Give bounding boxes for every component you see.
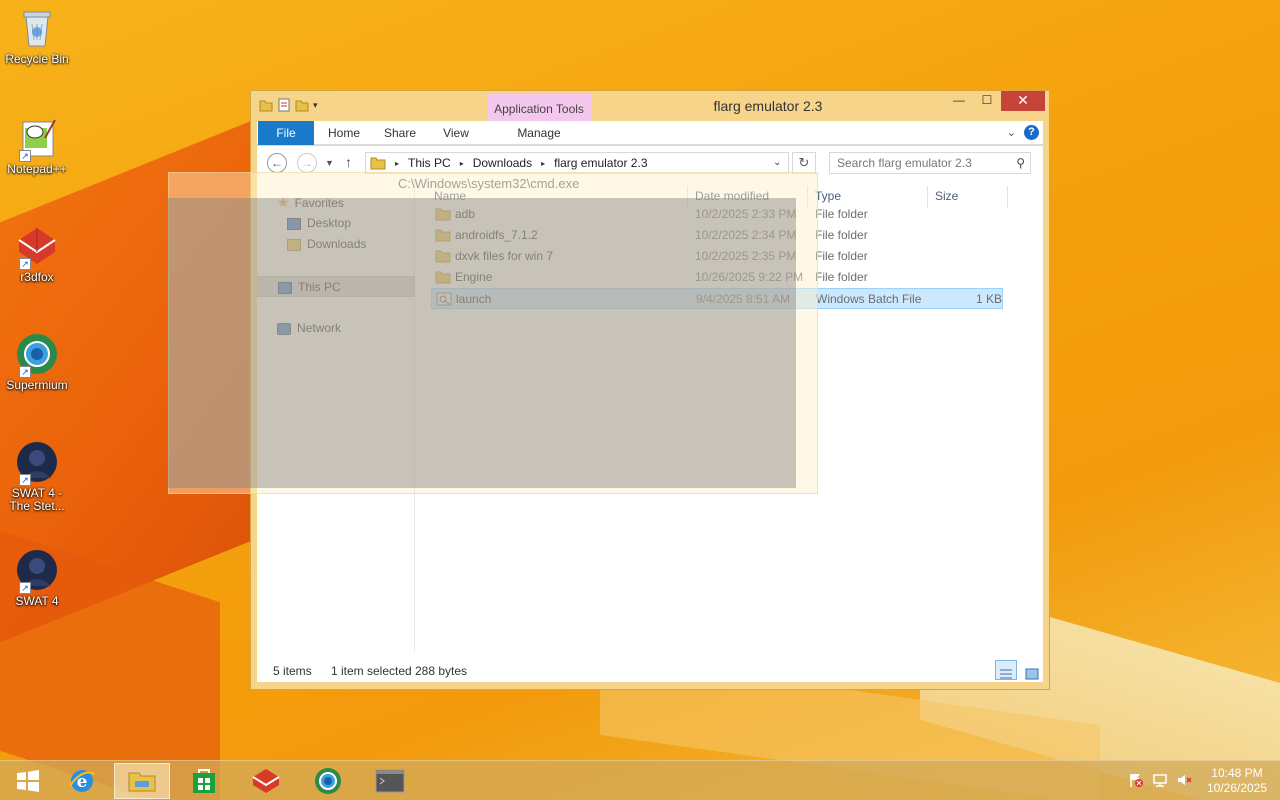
address-field[interactable]: ▸ This PC ▸ Downloads ▸ flarg emulator 2…	[365, 152, 789, 174]
help-icon[interactable]: ?	[1024, 125, 1039, 140]
file-explorer-icon	[128, 772, 156, 792]
shortcut-arrow-icon: ↗	[19, 150, 31, 162]
breadcrumb-chevron-icon[interactable]: ▸	[460, 159, 464, 168]
ghost-cmd-title: C:\Windows\system32\cmd.exe	[398, 176, 580, 191]
command-prompt-icon	[375, 769, 405, 793]
status-selected: 1 item selected	[331, 664, 412, 678]
back-button[interactable]: ←	[267, 153, 287, 173]
shortcut-arrow-icon: ↗	[19, 366, 31, 378]
swat4-icon: ↗	[15, 440, 59, 486]
forward-button[interactable]: →	[297, 153, 317, 173]
taskbar-r3dfox[interactable]	[238, 763, 294, 799]
ribbon-tabs: File Home Share View Manage ⌄ ?	[257, 121, 1043, 145]
desktop-icon-supermium[interactable]: ↗ Supermium	[4, 332, 70, 392]
desktop-icon-swat4-stetchkov[interactable]: ↗ SWAT 4 - The Stet...	[4, 440, 70, 513]
tab-manage[interactable]: Manage	[489, 121, 589, 145]
desktop-icon-swat4[interactable]: ↗ SWAT 4	[4, 548, 70, 608]
search-placeholder: Search flarg emulator 2.3	[837, 156, 972, 170]
taskbar-store[interactable]	[176, 763, 232, 799]
desktop-icon-label: Supermium	[6, 378, 68, 392]
system-tray	[1128, 772, 1192, 788]
tab-share[interactable]: Share	[375, 121, 425, 145]
taskbar-command-prompt[interactable]	[362, 763, 418, 799]
recent-locations-icon[interactable]: ▼	[325, 153, 334, 173]
shortcut-arrow-icon: ↗	[19, 258, 31, 270]
details-view-icon	[1000, 669, 1012, 679]
desktop-icon-label: SWAT 4	[15, 594, 59, 608]
breadcrumb-downloads[interactable]: Downloads	[473, 156, 532, 170]
file-size: 1 KB	[975, 292, 1002, 306]
file-type: File folder	[815, 207, 868, 221]
title-bar[interactable]: ▾ Application Tools flarg emulator 2.3 —…	[251, 91, 1049, 121]
recycle-bin-icon	[15, 6, 59, 50]
store-icon	[193, 769, 215, 793]
refresh-button[interactable]: ↻	[792, 152, 816, 174]
address-dropdown-icon[interactable]: ⌄	[773, 152, 781, 174]
desktop-icon-label: Recycle Bin	[5, 52, 69, 66]
taskbar-internet-explorer[interactable]: e	[54, 763, 110, 799]
desktop-icon-label: SWAT 4 - The Stet...	[9, 486, 65, 513]
clock-time: 10:48 PM	[1211, 766, 1263, 780]
search-input[interactable]: Search flarg emulator 2.3 ⚲	[829, 152, 1031, 174]
search-icon: ⚲	[1016, 156, 1025, 170]
taskbar-supermium[interactable]	[300, 763, 356, 799]
windows-logo-icon	[17, 770, 39, 792]
tab-view[interactable]: View	[429, 121, 483, 145]
tab-file[interactable]: File	[258, 121, 314, 145]
taskbar: e 10:48 PM 10/26/2025	[0, 760, 1280, 800]
status-bytes: 288 bytes	[415, 664, 468, 678]
desktop-icon-label: Notepad++	[7, 162, 67, 176]
internet-explorer-icon: e	[69, 770, 96, 792]
desktop-icon-recycle-bin[interactable]: Recycle Bin	[4, 6, 70, 66]
desktop-icon-notepadpp[interactable]: ↗ Notepad++	[4, 116, 70, 176]
file-type: File folder	[815, 228, 868, 242]
notepadpp-icon: ↗	[15, 116, 59, 162]
start-button[interactable]	[0, 763, 56, 799]
status-bar: 5 items 1 item selected 288 bytes	[257, 652, 1043, 682]
window-title: flarg emulator 2.3	[713, 98, 823, 114]
large-icons-view-icon	[1025, 668, 1039, 680]
desktop-icon-r3dfox[interactable]: ↗ r3dfox	[4, 224, 70, 284]
file-type: File folder	[815, 270, 868, 284]
supermium-icon	[315, 768, 341, 794]
clock-date: 10/26/2025	[1206, 781, 1268, 795]
supermium-icon: ↗	[15, 332, 59, 378]
taskbar-clock[interactable]: 10:48 PM 10/26/2025	[1200, 766, 1274, 796]
volume-muted-icon[interactable]	[1176, 772, 1192, 788]
shortcut-arrow-icon: ↗	[19, 474, 31, 486]
column-header-type[interactable]: Type	[815, 186, 841, 206]
shortcut-arrow-icon: ↗	[19, 582, 31, 594]
large-icons-view-button[interactable]	[1021, 660, 1043, 680]
breadcrumb-chevron-icon[interactable]: ▸	[395, 159, 399, 168]
r3dfox-icon	[252, 769, 280, 793]
r3dfox-icon: ↗	[15, 224, 59, 270]
folder-icon	[370, 157, 386, 170]
breadcrumb-current-folder[interactable]: flarg emulator 2.3	[554, 156, 647, 170]
status-item-count: 5 items	[273, 664, 312, 678]
file-type: Windows Batch File	[816, 292, 922, 306]
taskbar-file-explorer[interactable]	[114, 763, 170, 799]
maximize-button[interactable]: ☐	[973, 91, 1001, 111]
details-view-button[interactable]	[995, 660, 1017, 680]
close-button[interactable]: ✕	[1001, 91, 1045, 111]
breadcrumb-chevron-icon[interactable]: ▸	[541, 159, 545, 168]
breadcrumb-this-pc[interactable]: This PC	[408, 156, 451, 170]
network-status-icon[interactable]	[1152, 772, 1168, 788]
column-divider[interactable]	[1007, 186, 1008, 208]
column-header-size[interactable]: Size	[935, 186, 958, 206]
up-button[interactable]: ↑	[345, 152, 352, 172]
file-type: File folder	[815, 249, 868, 263]
swat4-icon: ↗	[15, 548, 59, 594]
action-center-flag-icon[interactable]	[1128, 772, 1144, 788]
minimize-button[interactable]: —	[945, 91, 973, 111]
ghost-cmd-console	[168, 198, 796, 488]
desktop-icon-label: r3dfox	[20, 270, 54, 284]
tab-home[interactable]: Home	[319, 121, 369, 145]
expand-ribbon-icon[interactable]: ⌄	[1007, 126, 1016, 139]
